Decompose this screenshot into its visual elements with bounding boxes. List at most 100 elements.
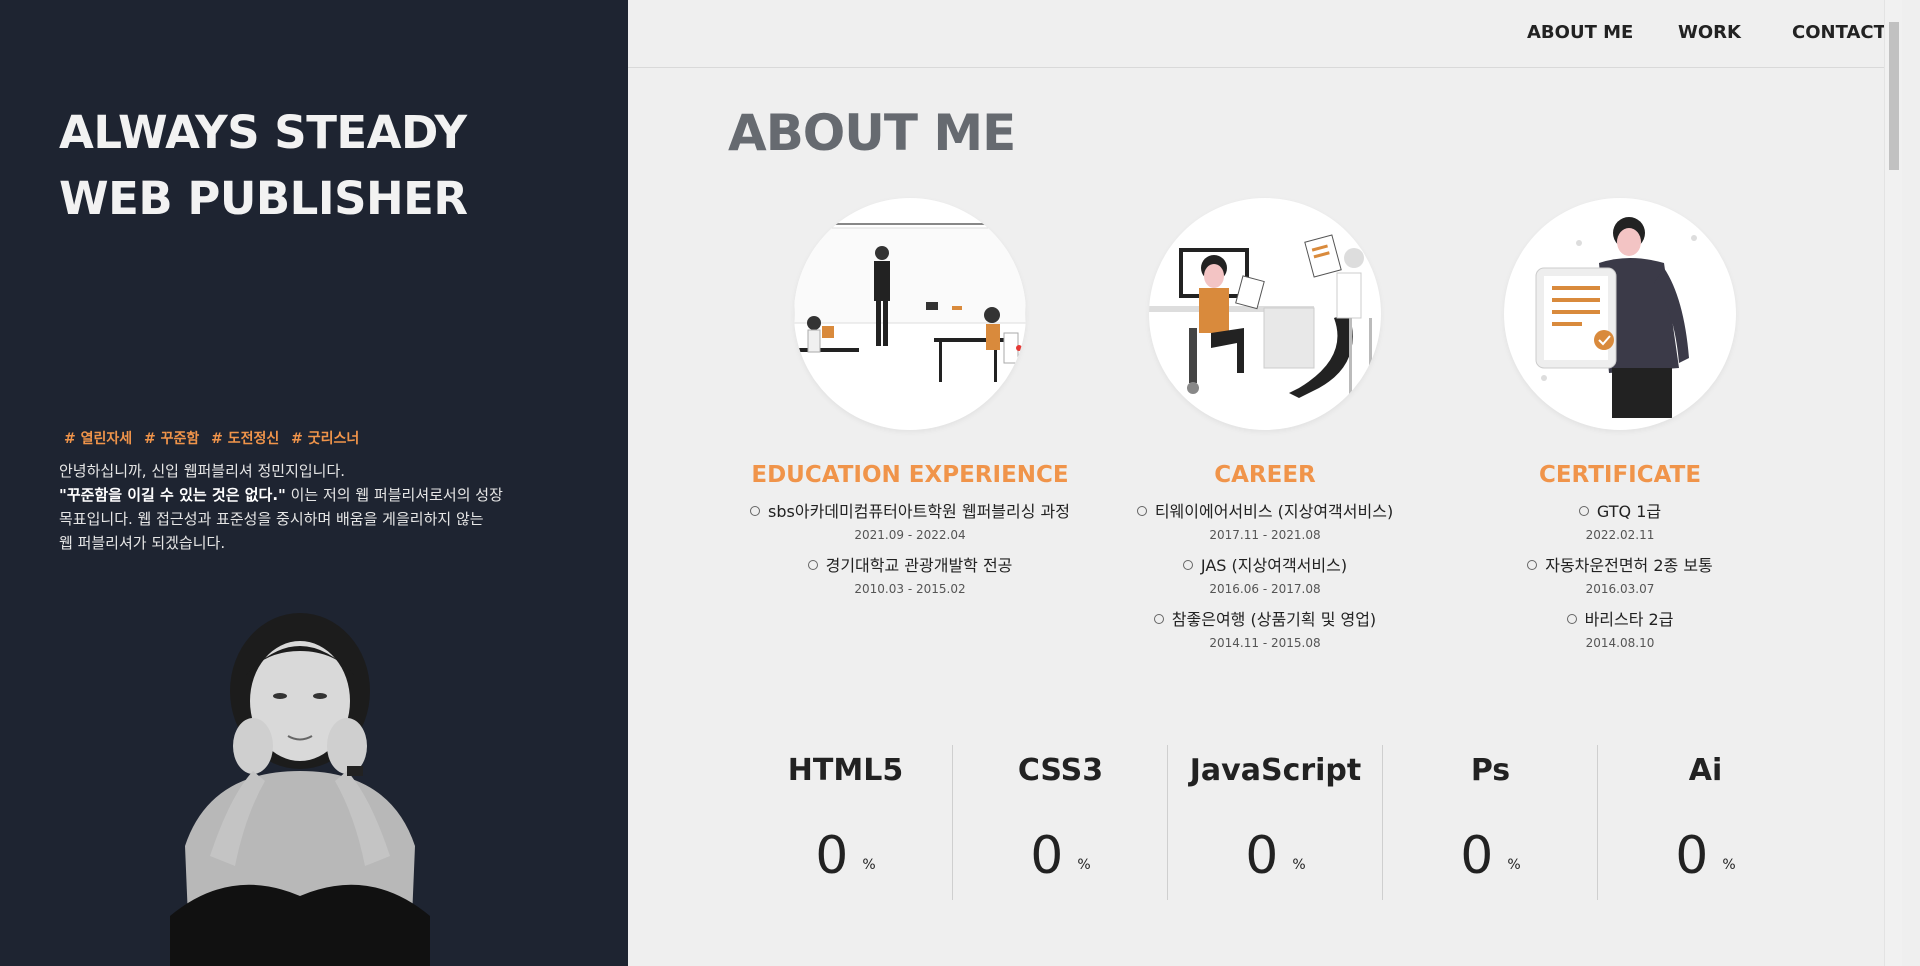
entry-date: 2017.11 - 2021.08 (1209, 528, 1321, 542)
certificate-title: CERTIFICATE (1538, 462, 1702, 488)
skill-value: 0% (953, 826, 1168, 886)
career-title: CAREER (1214, 462, 1316, 488)
section-title: ABOUT ME (728, 104, 1016, 162)
skill-percent: 0 (1245, 826, 1279, 886)
percent-unit: % (1507, 857, 1521, 873)
bullet-icon (1153, 614, 1164, 624)
skill-percent: 0 (815, 826, 849, 886)
keyword-tags: # 열린자세 # 꾸준함 # 도전정신 # 굿리스너 (64, 428, 366, 448)
entry-date: 2014.11 - 2015.08 (1209, 636, 1321, 650)
list-item: GTQ 1급 2022.02.11 (1440, 498, 1800, 542)
career-illustration (1149, 198, 1381, 430)
entry-name: 티웨이에어서비스 (지상여객서비스) (1085, 498, 1445, 522)
skill-name: CSS3 (1017, 753, 1104, 788)
skill-percent: 0 (1030, 826, 1064, 886)
classroom-illustration (794, 223, 1026, 382)
percent-unit: % (1722, 857, 1736, 873)
tag: # 꾸준함 (144, 431, 200, 447)
entry-date: 2021.09 - 2022.04 (854, 528, 966, 542)
nav-contact[interactable]: CONTACT (1792, 22, 1886, 43)
entry-name-text: 참좋은여행 (상품기획 및 영업) (1171, 610, 1377, 629)
skill-value: 0% (1168, 826, 1383, 886)
skill-javascript: JavaScript 0% (1168, 745, 1383, 900)
entry-name-text: 자동차운전면허 2종 보통 (1545, 556, 1713, 575)
entry-date: 2010.03 - 2015.02 (854, 582, 966, 596)
entry-name-text: 바리스타 2급 (1584, 610, 1674, 629)
list-item: 경기대학교 관광개발학 전공 2010.03 - 2015.02 (730, 552, 1090, 596)
skill-value: 0% (1598, 826, 1813, 886)
career-column: CAREER 티웨이에어서비스 (지상여객서비스) 2017.11 - 2021… (1085, 198, 1445, 650)
bullet-icon (807, 560, 818, 570)
profile-photo (170, 613, 430, 966)
intro-line: 목표입니다. 웹 접근성과 표준성을 중시하며 배움을 게을리하지 않는 (59, 510, 484, 528)
main-content: ABOUT ME WORK CONTACT ABOUT ME EDUCATION… (628, 0, 1902, 966)
skill-name: Ai (1688, 753, 1723, 788)
hero-title-line-1: ALWAYS STEADY (59, 106, 467, 159)
tag: # 굿리스너 (291, 431, 360, 447)
entry-name: 자동차운전면허 2종 보통 (1440, 552, 1800, 576)
bullet-icon (1136, 506, 1147, 516)
certificate-holder-illustration (1535, 217, 1697, 418)
skill-html5: HTML5 0% (738, 745, 953, 900)
skill-percent: 0 (1675, 826, 1709, 886)
percent-unit: % (1292, 857, 1306, 873)
entry-name-text: 티웨이에어서비스 (지상여객서비스) (1154, 502, 1394, 521)
skill-css3: CSS3 0% (953, 745, 1168, 900)
certificate-illustration (1504, 198, 1736, 430)
list-item: 티웨이에어서비스 (지상여객서비스) 2017.11 - 2021.08 (1085, 498, 1445, 542)
top-navigation: ABOUT ME WORK CONTACT (628, 0, 1902, 68)
skills-row: HTML5 0% CSS3 0% JavaScript 0% Ps 0% Ai … (738, 745, 1818, 900)
hero-title-line-2: WEB PUBLISHER (59, 172, 468, 225)
certificate-column: CERTIFICATE GTQ 1급 2022.02.11 자동차운전면허 2종… (1440, 198, 1800, 650)
entry-date: 2016.06 - 2017.08 (1209, 582, 1321, 596)
entry-name: GTQ 1급 (1440, 498, 1800, 522)
intro-line: 안녕하십니까, 신입 웹퍼블리셔 정민지입니다. (59, 462, 346, 480)
tag: # 열린자세 (64, 431, 133, 447)
bullet-icon (1527, 560, 1538, 570)
entry-name: 참좋은여행 (상품기획 및 영업) (1085, 606, 1445, 630)
entry-date: 2022.02.11 (1585, 528, 1655, 542)
skill-value: 0% (738, 826, 953, 886)
entry-name: JAS (지상여객서비스) (1085, 552, 1445, 576)
skill-photoshop: Ps 0% (1383, 745, 1598, 900)
entry-name: 바리스타 2급 (1440, 606, 1800, 630)
skill-percent: 0 (1460, 826, 1494, 886)
entry-name: sbs아카데미컴퓨터아트학원 웹퍼블리싱 과정 (730, 498, 1090, 522)
bullet-icon (1566, 614, 1577, 624)
entry-date: 2016.03.07 (1585, 582, 1655, 596)
skill-illustrator: Ai 0% (1598, 745, 1813, 900)
percent-unit: % (862, 857, 876, 873)
list-item: JAS (지상여객서비스) 2016.06 - 2017.08 (1085, 552, 1445, 596)
hero-title: ALWAYS STEADY WEB PUBLISHER (59, 100, 579, 232)
entry-name-text: JAS (지상여객서비스) (1200, 556, 1348, 575)
list-item: sbs아카데미컴퓨터아트학원 웹퍼블리싱 과정 2021.09 - 2022.0… (730, 498, 1090, 542)
list-item: 자동차운전면허 2종 보통 2016.03.07 (1440, 552, 1800, 596)
education-illustration (794, 198, 1026, 430)
intro-line: 웹 퍼블리셔가 되겠습니다. (59, 534, 226, 552)
list-item: 바리스타 2급 2014.08.10 (1440, 606, 1800, 650)
entry-name-text: 경기대학교 관광개발학 전공 (825, 556, 1013, 575)
intro-quote: "꾸준함을 이길 수 있는 것은 없다." (59, 486, 286, 504)
entry-name: 경기대학교 관광개발학 전공 (730, 552, 1090, 576)
skill-value: 0% (1383, 826, 1598, 886)
entry-date: 2014.08.10 (1585, 636, 1655, 650)
intro-panel: ALWAYS STEADY WEB PUBLISHER # 열린자세 # 꾸준함… (0, 0, 628, 966)
skill-name: Ps (1470, 753, 1511, 788)
skill-name: JavaScript (1189, 753, 1362, 788)
entry-name-text: sbs아카데미컴퓨터아트학원 웹퍼블리싱 과정 (768, 502, 1070, 521)
nav-work[interactable]: WORK (1678, 22, 1741, 43)
scrollbar-thumb[interactable] (1889, 22, 1899, 170)
intro-line-rest: 이는 저의 웹 퍼블리셔로서의 성장 (285, 486, 503, 504)
intro-line: "꾸준함을 이길 수 있는 것은 없다." 이는 저의 웹 퍼블리셔로서의 성장 (59, 483, 529, 507)
scrollbar[interactable] (1884, 0, 1902, 966)
office-illustration (1149, 234, 1372, 398)
intro-text: 안녕하십니까, 신입 웹퍼블리셔 정민지입니다. "꾸준함을 이길 수 있는 것… (59, 459, 529, 555)
percent-unit: % (1077, 857, 1091, 873)
bullet-icon (750, 506, 761, 516)
education-title: EDUCATION EXPERIENCE (751, 462, 1069, 488)
list-item: 참좋은여행 (상품기획 및 영업) 2014.11 - 2015.08 (1085, 606, 1445, 650)
bullet-icon (1578, 506, 1589, 516)
education-column: EDUCATION EXPERIENCE sbs아카데미컴퓨터아트학원 웹퍼블리… (730, 198, 1090, 596)
entry-name-text: GTQ 1급 (1596, 502, 1662, 521)
nav-about-me[interactable]: ABOUT ME (1527, 22, 1633, 43)
